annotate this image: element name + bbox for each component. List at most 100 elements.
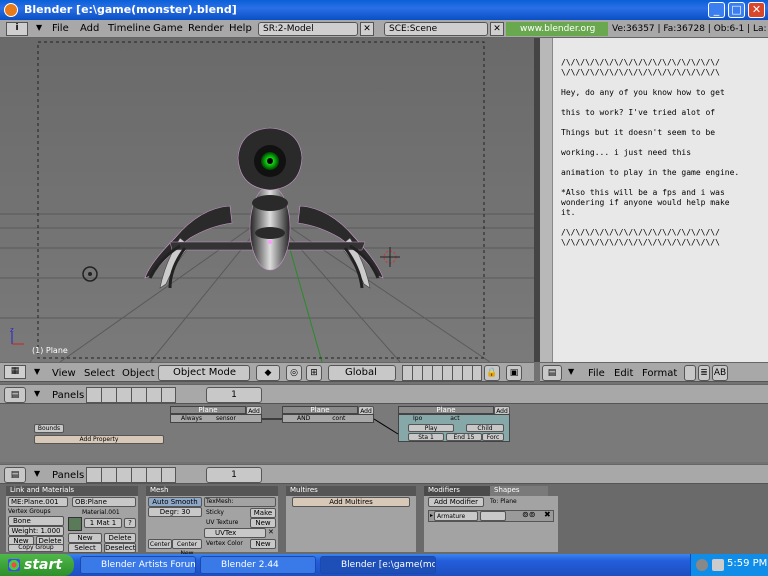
modifier-move-icons[interactable]: ⊚⊚ [522, 510, 535, 519]
frame-counter[interactable]: 1 [206, 467, 262, 483]
material-delete-button[interactable]: Delete [104, 533, 136, 543]
screen-delete-icon[interactable]: ✕ [360, 22, 374, 36]
collapse-triangle-icon[interactable]: ▼ [34, 367, 40, 376]
add-modifier-button[interactable]: Add Modifier [428, 497, 484, 507]
text-line[interactable]: wondering if anyone would help make [561, 198, 739, 208]
text-line[interactable]: /\/\/\/\/\/\/\/\/\/\/\/\/\/\/\/\/ [561, 58, 739, 68]
task-browser[interactable]: Blender Artists Forum... [80, 556, 196, 574]
task-blender[interactable]: Blender 2.44 [200, 556, 316, 574]
text-line[interactable]: \/\/\/\/\/\/\/\/\/\/\/\/\/\/\/\/\ [561, 68, 739, 78]
link-materials-panel-title[interactable]: Link and Materials [6, 486, 138, 496]
text-editor[interactable]: /\/\/\/\/\/\/\/\/\/\/\/\/\/\/\/\/\/\/\/\… [540, 38, 768, 362]
context-buttons[interactable] [86, 467, 176, 483]
modifiers-tab[interactable]: Modifiers [424, 486, 490, 496]
fullscreen-toggle[interactable] [684, 365, 696, 381]
menu-timeline[interactable]: Timeline [108, 23, 151, 34]
menu-object[interactable]: Object [122, 368, 155, 379]
text-editor-content[interactable]: /\/\/\/\/\/\/\/\/\/\/\/\/\/\/\/\/\/\/\/\… [561, 58, 739, 248]
weight-field[interactable]: Weight: 1.000 [8, 526, 64, 536]
shading-icon[interactable]: ◆ [256, 365, 280, 381]
bounds-button[interactable]: Bounds [34, 424, 64, 433]
smooth-degree-field[interactable]: Degr: 30 [148, 507, 202, 517]
context-buttons[interactable] [86, 387, 176, 403]
volume-icon[interactable] [712, 559, 724, 571]
website-link[interactable]: www.blender.org 244 [506, 22, 608, 48]
uvtex-layer[interactable]: UVTex [204, 528, 266, 538]
center-new-button[interactable]: Center New [172, 539, 202, 557]
copy-group-button[interactable]: Copy Group [8, 544, 64, 552]
text-line[interactable] [561, 218, 739, 228]
uvtex-delete-icon[interactable]: ✕ [268, 528, 274, 536]
collapse-triangle-icon[interactable]: ▼ [36, 23, 42, 32]
close-button[interactable]: ✕ [748, 2, 765, 18]
modifier-delete-icon[interactable]: ✖ [544, 510, 551, 519]
collapse-triangle-icon[interactable]: ▼ [34, 389, 40, 398]
line-numbers-toggle[interactable]: ≣ [698, 365, 710, 381]
mesh-name-field[interactable]: ME:Plane.001 [8, 497, 68, 507]
info-icon[interactable]: i [6, 22, 28, 36]
collapse-triangle-icon[interactable]: ▼ [568, 367, 574, 376]
menu-file[interactable]: File [52, 23, 69, 34]
auto-smooth-toggle[interactable]: Auto Smooth [148, 497, 202, 507]
menu-add[interactable]: Add [80, 23, 99, 34]
manipulator-icon[interactable]: ⊞ [306, 365, 322, 381]
text-line[interactable] [561, 118, 739, 128]
texmesh-field[interactable] [204, 497, 276, 507]
pivot-icon[interactable]: ◎ [286, 365, 302, 381]
add-multires-button[interactable]: Add Multires [292, 497, 410, 507]
lock-icon[interactable]: 🔒 [484, 365, 500, 381]
uv-new-button[interactable]: New [250, 518, 276, 528]
text-line[interactable] [561, 78, 739, 88]
start-frame-field[interactable]: Sta 1 [408, 433, 444, 441]
text-line[interactable]: working... i just need this [561, 148, 739, 158]
material-help[interactable]: ? [124, 518, 136, 528]
text-line[interactable]: it. [561, 208, 739, 218]
menu-help[interactable]: Help [229, 23, 252, 34]
end-frame-field[interactable]: End 15 [446, 433, 482, 441]
scene-selector[interactable]: SCE:Scene [384, 22, 488, 36]
task-blender-active[interactable]: Blender [e:\game(mo... [320, 556, 436, 574]
material-index[interactable]: 1 Mat 1 [84, 518, 122, 528]
modifier-visibility-toggles[interactable] [480, 511, 506, 521]
text-menu-file[interactable]: File [588, 368, 605, 379]
scene-delete-icon[interactable]: ✕ [490, 22, 504, 36]
text-line[interactable]: *Also this will be a fps and i was [561, 188, 739, 198]
screen-selector[interactable]: SR:2-Model [258, 22, 358, 36]
force-toggle[interactable]: Forc [482, 433, 504, 441]
text-line[interactable]: animation to play in the game engine. [561, 168, 739, 178]
play-mode-selector[interactable]: Play [408, 424, 454, 432]
material-new-button[interactable]: New [68, 533, 102, 543]
editor-type-buttons-icon[interactable]: ▤ [4, 467, 26, 483]
text-line[interactable]: /\/\/\/\/\/\/\/\/\/\/\/\/\/\/\/\/ [561, 228, 739, 238]
text-line[interactable]: \/\/\/\/\/\/\/\/\/\/\/\/\/\/\/\/\ [561, 238, 739, 248]
center-button[interactable]: Center [148, 539, 172, 549]
sticky-make-button[interactable]: Make [250, 508, 276, 518]
menu-game[interactable]: Game [153, 23, 183, 34]
text-line[interactable] [561, 158, 739, 168]
object-name-field[interactable]: OB:Plane [72, 497, 136, 507]
collapse-triangle-icon[interactable]: ▼ [34, 469, 40, 478]
layer-buttons[interactable] [402, 365, 482, 381]
modifier-type[interactable]: Armature [434, 511, 478, 521]
always-sensor[interactable]: Always sensor [170, 414, 262, 423]
text-line[interactable]: Hey, do any of you know how to get [561, 88, 739, 98]
mode-selector[interactable]: Object Mode [158, 365, 250, 381]
text-line[interactable]: this to work? I've tried alot of [561, 108, 739, 118]
shapes-tab[interactable]: Shapes [490, 486, 548, 496]
material-color-swatch[interactable] [68, 517, 82, 531]
orientation-selector[interactable]: Global [328, 365, 396, 381]
menu-select[interactable]: Select [84, 368, 115, 379]
maximize-button[interactable]: □ [728, 2, 745, 18]
font-ab-button[interactable]: AB [712, 365, 728, 381]
multires-panel-title[interactable]: Multires [286, 486, 416, 496]
mesh-panel-title[interactable]: Mesh [146, 486, 278, 496]
logic-editor[interactable]: Plane Add Always sensor Plane Add AND cont… [0, 404, 768, 462]
minimize-button[interactable]: _ [708, 2, 725, 18]
text-line[interactable] [561, 98, 739, 108]
text-menu-edit[interactable]: Edit [614, 368, 633, 379]
material-select-button[interactable]: Select [68, 543, 102, 553]
text-line[interactable] [561, 138, 739, 148]
text-menu-format[interactable]: Format [642, 368, 677, 379]
material-deselect-button[interactable]: Deselect [104, 543, 136, 553]
tray-icon[interactable] [696, 559, 708, 571]
